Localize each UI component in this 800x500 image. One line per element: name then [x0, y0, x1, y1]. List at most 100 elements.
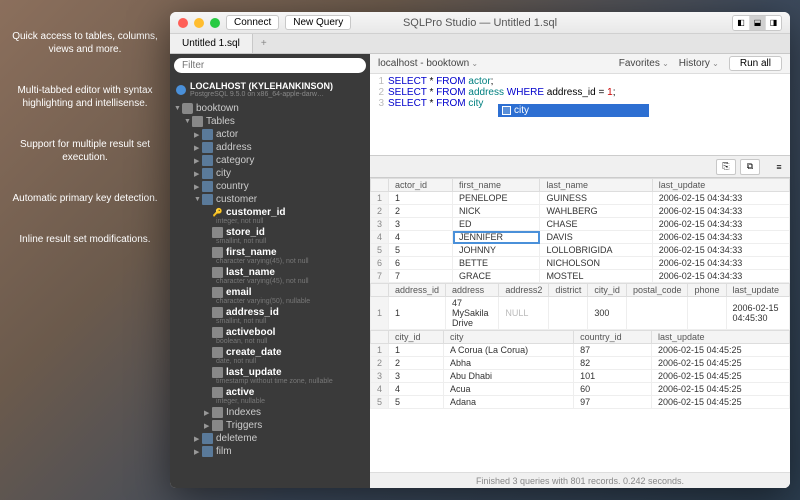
cell[interactable]: 97 [574, 396, 652, 409]
cell[interactable]: 3 [389, 370, 444, 383]
cell[interactable]: Abha [444, 357, 574, 370]
cell[interactable]: 2006-02-15 04:45:25 [652, 357, 790, 370]
cell[interactable]: 101 [574, 370, 652, 383]
cell[interactable]: 7 [389, 270, 453, 283]
tree-node[interactable]: ▶address [170, 141, 370, 154]
cell[interactable]: 2006-02-15 04:45:25 [652, 396, 790, 409]
cell[interactable]: Abu Dhabi [444, 370, 574, 383]
column-header[interactable]: last_update [652, 331, 790, 344]
cell[interactable]: Acua [444, 383, 574, 396]
tree-node[interactable]: ▶category [170, 154, 370, 167]
table-row[interactable]: 22Abha822006-02-15 04:45:25 [371, 357, 790, 370]
column-header[interactable]: city_id [389, 331, 444, 344]
tree-node[interactable]: ▶film [170, 445, 370, 458]
result-menu-icon[interactable]: ≡ [774, 159, 784, 175]
new-tab-button[interactable]: + [253, 38, 275, 49]
context-path[interactable]: localhost - booktown [378, 58, 478, 69]
column-header[interactable]: phone [688, 284, 726, 297]
column-header[interactable]: postal_code [626, 284, 688, 297]
cell[interactable]: NULL [499, 297, 549, 330]
table-row[interactable]: 77GRACEMOSTEL2006-02-15 04:34:33 [371, 270, 790, 283]
close-icon[interactable] [178, 18, 188, 28]
cell[interactable]: ED [453, 218, 540, 231]
result-table[interactable]: address_idaddressaddress2districtcity_id… [370, 283, 790, 330]
table-row[interactable]: 33EDCHASE2006-02-15 04:34:33 [371, 218, 790, 231]
tree-node[interactable]: ▼booktown [170, 102, 370, 115]
cell[interactable]: 2006-02-15 04:45:25 [652, 344, 790, 357]
table-row[interactable]: 55Adana972006-02-15 04:45:25 [371, 396, 790, 409]
cell[interactable]: 1 [389, 344, 444, 357]
column-header[interactable]: city_id [588, 284, 627, 297]
column-header[interactable]: first_name [453, 179, 540, 192]
column-header[interactable]: address [446, 284, 499, 297]
zoom-icon[interactable] [210, 18, 220, 28]
tree-node[interactable]: ▼customer [170, 193, 370, 206]
cell[interactable]: 2006-02-15 04:34:33 [652, 192, 789, 205]
cell[interactable]: 5 [389, 396, 444, 409]
connect-button[interactable]: Connect [226, 15, 279, 30]
cell[interactable]: 2006-02-15 04:45:30 [726, 297, 789, 330]
layout-right-icon[interactable]: ◨ [765, 16, 781, 30]
cell[interactable] [688, 297, 726, 330]
cell[interactable]: GUINESS [540, 192, 652, 205]
result-table[interactable]: actor_idfirst_namelast_namelast_update11… [370, 178, 790, 283]
cell[interactable]: 47 MySakila Drive [446, 297, 499, 330]
cell[interactable]: 3 [389, 218, 453, 231]
table-row[interactable]: 11PENELOPEGUINESS2006-02-15 04:34:33 [371, 192, 790, 205]
tree-node[interactable]: ▶city [170, 167, 370, 180]
layout-bottom-icon[interactable]: ⬓ [749, 16, 765, 30]
history-dropdown[interactable]: History [679, 58, 719, 69]
table-row[interactable]: 44JENNIFERDAVIS2006-02-15 04:34:33 [371, 231, 790, 244]
cell[interactable]: JENNIFER [453, 231, 540, 244]
layout-segmented[interactable]: ◧ ⬓ ◨ [732, 15, 782, 31]
column-header[interactable]: actor_id [389, 179, 453, 192]
tree-node[interactable]: ▶country [170, 180, 370, 193]
cell[interactable]: 82 [574, 357, 652, 370]
cell[interactable]: WAHLBERG [540, 205, 652, 218]
cell[interactable]: A Corua (La Corua) [444, 344, 574, 357]
cell[interactable]: 2006-02-15 04:45:25 [652, 383, 790, 396]
column-header[interactable]: district [549, 284, 588, 297]
cell[interactable]: 1 [389, 192, 453, 205]
column-header[interactable]: last_update [726, 284, 789, 297]
cell[interactable] [626, 297, 688, 330]
cell[interactable]: PENELOPE [453, 192, 540, 205]
cell[interactable]: JOHNNY [453, 244, 540, 257]
column-header[interactable]: address_id [389, 284, 446, 297]
minimize-icon[interactable] [194, 18, 204, 28]
cell[interactable]: 300 [588, 297, 627, 330]
schema-tree[interactable]: ▼booktown▼Tables▶actor▶address▶category▶… [170, 102, 370, 488]
cell[interactable]: 2006-02-15 04:45:25 [652, 370, 790, 383]
tree-node[interactable]: ▶Triggers [170, 419, 370, 432]
layout-left-icon[interactable]: ◧ [733, 16, 749, 30]
results-pane[interactable]: actor_idfirst_namelast_namelast_update11… [370, 178, 790, 472]
autocomplete-popup[interactable]: city [498, 104, 649, 117]
result-export-icon[interactable]: ⎘ [716, 159, 736, 175]
document-tab[interactable]: Untitled 1.sql [170, 34, 253, 53]
cell[interactable]: GRACE [453, 270, 540, 283]
tree-node[interactable]: ▼Tables [170, 115, 370, 128]
column-header[interactable]: last_update [652, 179, 789, 192]
cell[interactable]: 2006-02-15 04:34:33 [652, 257, 789, 270]
filter-input[interactable] [174, 58, 366, 73]
cell[interactable]: 2006-02-15 04:34:33 [652, 205, 789, 218]
table-row[interactable]: 55JOHNNYLOLLOBRIGIDA2006-02-15 04:34:33 [371, 244, 790, 257]
cell[interactable]: BETTE [453, 257, 540, 270]
cell[interactable]: 87 [574, 344, 652, 357]
cell[interactable]: 2006-02-15 04:34:33 [652, 244, 789, 257]
cell[interactable]: 1 [389, 297, 446, 330]
tree-node[interactable]: ▶actor [170, 128, 370, 141]
favorites-dropdown[interactable]: Favorites [619, 58, 669, 69]
cell[interactable]: NICK [453, 205, 540, 218]
cell[interactable]: 2 [389, 205, 453, 218]
connection-header[interactable]: LOCALHOST (KYLEHANKINSON) PostgreSQL 9.5… [170, 77, 370, 102]
table-row[interactable]: 33Abu Dhabi1012006-02-15 04:45:25 [371, 370, 790, 383]
column-header[interactable]: address2 [499, 284, 549, 297]
cell[interactable]: 5 [389, 244, 453, 257]
cell[interactable]: LOLLOBRIGIDA [540, 244, 652, 257]
column-header[interactable]: country_id [574, 331, 652, 344]
table-row[interactable]: 44Acua602006-02-15 04:45:25 [371, 383, 790, 396]
cell[interactable]: 4 [389, 231, 453, 244]
cell[interactable]: CHASE [540, 218, 652, 231]
result-table[interactable]: city_idcitycountry_idlast_update11A Coru… [370, 330, 790, 409]
